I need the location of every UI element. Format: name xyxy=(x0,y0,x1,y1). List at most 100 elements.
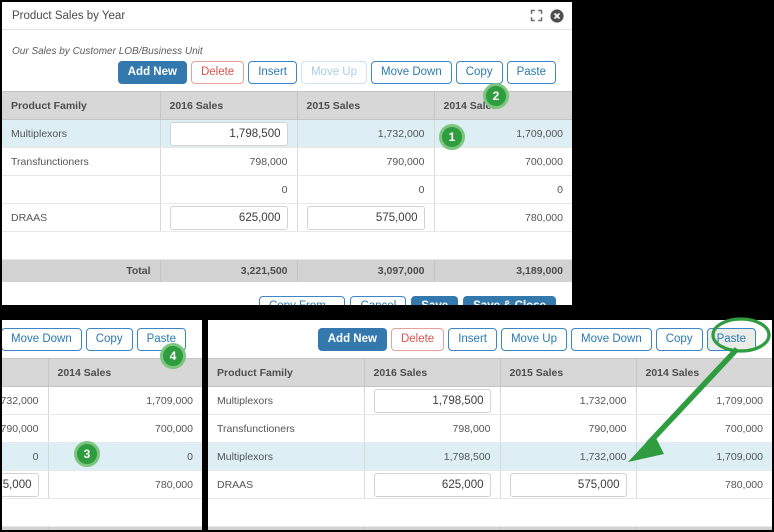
annotation-badge-2: 2 xyxy=(483,83,509,109)
table-row[interactable]: DRAAS 625,000 575,000 780,000 xyxy=(2,203,572,232)
cell-2016-sales[interactable]: 1,798,500 xyxy=(364,386,501,415)
cell-product-family[interactable]: Multiplexors xyxy=(2,119,161,148)
cell-2015-sales[interactable]: 790,000 xyxy=(2,414,49,443)
table-row[interactable]: Transfunctioners 798,000 790,000 700,000 xyxy=(2,414,202,443)
cell-2016-sales[interactable]: 798,000 xyxy=(160,147,298,176)
cell-2014-sales[interactable]: 780,000 xyxy=(636,470,772,499)
table-row[interactable]: Multiplexors 1,798,500 1,732,000 1,709,0… xyxy=(208,442,772,471)
move-down-button[interactable]: Move Down xyxy=(2,328,82,351)
expand-arrows-icon[interactable] xyxy=(530,9,543,22)
cell-2015-sales[interactable]: 1,732,000 xyxy=(297,119,435,148)
table-row[interactable]: 0 0 0 xyxy=(2,175,572,204)
delete-button[interactable]: Delete xyxy=(190,61,245,84)
dialog-footer: Copy From... Cancel Save Save & Close xyxy=(2,282,572,305)
cell-product-family[interactable]: Multiplexors xyxy=(208,386,365,415)
cell-2014-sales[interactable]: 700,000 xyxy=(434,147,572,176)
cell-product-family[interactable] xyxy=(2,175,161,204)
save-button[interactable]: Save xyxy=(411,295,459,305)
sales-grid: Product Family 2016 Sales 2015 Sales 201… xyxy=(2,358,202,530)
add-new-button[interactable]: Add New xyxy=(317,328,387,351)
cell-2015-sales[interactable]: 0 xyxy=(2,442,49,471)
cell-2015-sales[interactable]: 575,000 xyxy=(2,470,49,499)
cell-2014-sales[interactable]: 1,709,000 xyxy=(636,386,772,415)
table-row[interactable]: Multiplexors 1,798,500 1,732,000 1,709,0… xyxy=(2,386,202,415)
sales-input-2016[interactable]: 1,798,500 xyxy=(373,388,491,413)
sales-input-2015[interactable]: 575,000 xyxy=(2,472,39,497)
copy-button[interactable]: Copy xyxy=(85,328,133,351)
cell-2015-sales[interactable]: 575,000 xyxy=(500,470,637,499)
column-header-2015-sales[interactable]: 2015 Sales xyxy=(2,358,49,387)
cell-2015-sales[interactable]: 575,000 xyxy=(297,203,435,232)
paste-button[interactable]: Paste xyxy=(706,328,756,351)
total-2016-sales: 5,020,000 xyxy=(364,526,501,530)
cell-2014-sales[interactable]: 780,000 xyxy=(48,470,202,499)
cell-2014-sales[interactable]: 1,709,000 xyxy=(636,442,772,471)
move-down-button[interactable]: Move Down xyxy=(571,328,652,351)
insert-button[interactable]: Insert xyxy=(248,61,297,84)
cell-2016-sales[interactable]: 625,000 xyxy=(160,203,298,232)
cell-2015-sales[interactable]: 1,732,000 xyxy=(2,386,49,415)
sales-input-2016[interactable]: 625,000 xyxy=(169,205,288,230)
table-row[interactable]: DRAAS 625,000 575,000 780,000 xyxy=(2,470,202,499)
sales-input-2015[interactable]: 575,000 xyxy=(306,205,425,230)
add-new-button[interactable]: Add New xyxy=(117,61,187,84)
cell-2015-sales[interactable]: 790,000 xyxy=(297,147,435,176)
cell-product-family[interactable]: DRAAS xyxy=(208,470,365,499)
grid-header-row: Product Family 2016 Sales 2015 Sales 201… xyxy=(208,358,772,387)
sales-input-2015[interactable]: 575,000 xyxy=(509,472,627,497)
insert-button[interactable]: Insert xyxy=(448,328,497,351)
cell-2014-sales[interactable]: 700,000 xyxy=(636,414,772,443)
cell-2016-sales[interactable]: 1,798,500 xyxy=(364,442,501,471)
copy-button[interactable]: Copy xyxy=(455,61,503,84)
cell-2016-sales[interactable]: 0 xyxy=(160,175,298,204)
cell-2016-sales[interactable]: 1,798,500 xyxy=(160,119,298,148)
cancel-button[interactable]: Cancel xyxy=(350,295,407,305)
save-and-close-button[interactable]: Save & Close xyxy=(463,295,556,305)
cell-2015-sales[interactable]: 790,000 xyxy=(500,414,637,443)
cell-2015-sales[interactable]: 1,732,000 xyxy=(500,386,637,415)
column-header-2016-sales[interactable]: 2016 Sales xyxy=(160,91,298,120)
sales-input-2016[interactable]: 1,798,500 xyxy=(169,121,288,146)
cell-2015-sales[interactable]: 1,732,000 xyxy=(500,442,637,471)
column-header-2016-sales[interactable]: 2016 Sales xyxy=(364,358,501,387)
cell-product-family[interactable]: Multiplexors xyxy=(208,442,365,471)
screenshot-root: Product Sales by Year Our Sales by Custo… xyxy=(0,0,774,532)
move-up-button[interactable]: Move Up xyxy=(500,328,567,351)
cell-2014-sales[interactable]: 700,000 xyxy=(48,414,202,443)
cell-product-family[interactable]: DRAAS xyxy=(2,203,161,232)
table-row[interactable]: Transfunctioners 798,000 790,000 700,000 xyxy=(2,147,572,176)
paste-button[interactable]: Paste xyxy=(506,61,556,84)
table-row[interactable]: 0 0 0 xyxy=(2,442,202,471)
table-row[interactable]: Transfunctioners 798,000 790,000 700,000 xyxy=(208,414,772,443)
move-down-button[interactable]: Move Down xyxy=(371,61,452,84)
cell-2014-sales[interactable]: 1,709,000 xyxy=(48,386,202,415)
page-title: Product Sales by Year xyxy=(12,9,126,22)
column-header-product-family[interactable]: Product Family xyxy=(208,358,365,387)
cell-2015-sales[interactable]: 0 xyxy=(297,175,435,204)
column-header-2014-sales[interactable]: 2014 Sales xyxy=(636,358,772,387)
cell-2014-sales[interactable]: 780,000 xyxy=(434,203,572,232)
sales-grid: Product Family 2016 Sales 2015 Sales 201… xyxy=(2,91,572,282)
column-header-product-family[interactable]: Product Family xyxy=(2,91,161,120)
close-circle-icon[interactable] xyxy=(550,8,564,23)
table-row[interactable]: Multiplexors 1,798,500 1,732,000 1,709,0… xyxy=(2,119,572,148)
cell-2016-sales[interactable]: 798,000 xyxy=(364,414,501,443)
cell-product-family[interactable]: Transfunctioners xyxy=(2,147,161,176)
sales-grid: Product Family 2016 Sales 2015 Sales 201… xyxy=(208,358,772,530)
annotation-badge-4: 4 xyxy=(160,343,186,369)
total-2015-sales: 4,829,000 xyxy=(500,526,637,530)
total-2014-sales: 3,189,000 xyxy=(48,526,202,530)
column-header-2015-sales[interactable]: 2015 Sales xyxy=(500,358,637,387)
table-row[interactable]: Multiplexors 1,798,500 1,732,000 1,709,0… xyxy=(208,386,772,415)
total-label: Total xyxy=(2,259,161,282)
sales-input-2016[interactable]: 625,000 xyxy=(373,472,491,497)
cell-2014-sales[interactable]: 0 xyxy=(48,442,202,471)
copy-button[interactable]: Copy xyxy=(655,328,703,351)
cell-2014-sales[interactable]: 0 xyxy=(434,175,572,204)
table-row[interactable]: DRAAS 625,000 575,000 780,000 xyxy=(208,470,772,499)
copy-from-button[interactable]: Copy From... xyxy=(258,295,346,305)
column-header-2015-sales[interactable]: 2015 Sales xyxy=(297,91,435,120)
cell-product-family[interactable]: Transfunctioners xyxy=(208,414,365,443)
delete-button[interactable]: Delete xyxy=(390,328,445,351)
cell-2016-sales[interactable]: 625,000 xyxy=(364,470,501,499)
